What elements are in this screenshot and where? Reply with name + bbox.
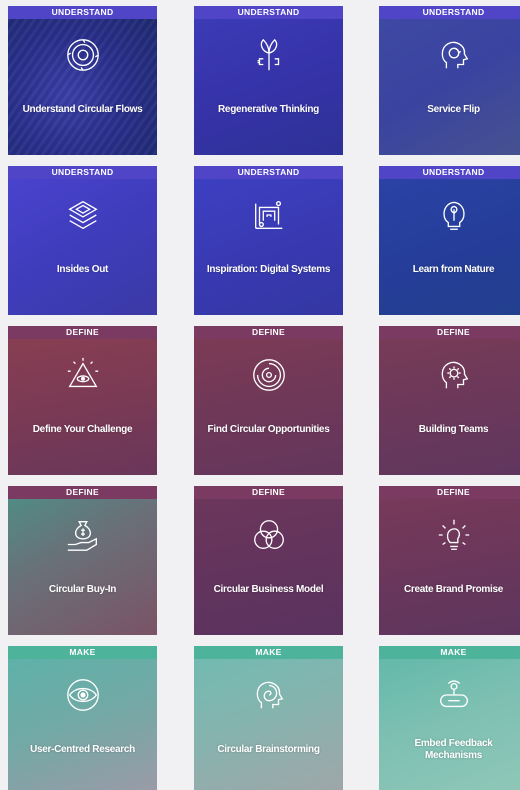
venn-icon (250, 516, 288, 554)
card-title: Understand Circular Flows (22, 104, 143, 115)
card-circular-business-model[interactable]: DEFINE Circular Business Model (194, 486, 343, 635)
phase-tag: DEFINE (379, 486, 520, 499)
card-title: Learn from Nature (412, 264, 495, 275)
card-title: Circular Business Model (213, 584, 324, 595)
card-title: Embed Feedback Mechanisms (414, 738, 493, 761)
maze-icon (250, 356, 288, 394)
feedback-device-icon (435, 676, 473, 714)
phase-tag: DEFINE (194, 326, 343, 339)
phase-tag: DEFINE (194, 486, 343, 499)
card-service-flip[interactable]: UNDERSTAND Service Flip (379, 6, 520, 155)
card-create-brand-promise[interactable]: DEFINE Create Brand Promise (379, 486, 520, 635)
card-title: Find Circular Opportunities (207, 424, 330, 435)
phase-tag: MAKE (194, 646, 343, 659)
pyramid-eye-icon (64, 356, 102, 394)
phase-tag: UNDERSTAND (194, 166, 343, 179)
card-title: Service Flip (427, 104, 480, 115)
circular-flow-icon (64, 36, 102, 74)
card-title: Circular Buy-In (48, 584, 117, 595)
brain-head-icon (250, 676, 288, 714)
phase-tag: UNDERSTAND (194, 6, 343, 19)
circuit-icon (250, 196, 288, 234)
card-understand-circular-flows[interactable]: UNDERSTAND Understand Circular Flows (8, 6, 157, 155)
card-learn-from-nature[interactable]: UNDERSTAND Learn from Nature (379, 166, 520, 315)
phase-tag: DEFINE (8, 326, 157, 339)
card-insides-out[interactable]: UNDERSTAND Insides Out (8, 166, 157, 315)
method-card-grid: UNDERSTAND Understand Circular Flows UND… (0, 0, 520, 790)
head-gear-icon (435, 356, 473, 394)
card-define-your-challenge[interactable]: DEFINE Define Your Challenge (8, 326, 157, 475)
head-cycle-icon (435, 36, 473, 74)
card-circular-buy-in[interactable]: DEFINE Circular Buy-In (8, 486, 157, 635)
card-inspiration-digital-systems[interactable]: UNDERSTAND Inspiration: Digital Systems (194, 166, 343, 315)
card-title: Create Brand Promise (403, 584, 504, 595)
card-embed-feedback-mechanisms[interactable]: MAKE Embed Feedback Mechanisms (379, 646, 520, 790)
card-regenerative-thinking[interactable]: UNDERSTAND Regenerative Thinking (194, 6, 343, 155)
phase-tag: MAKE (379, 646, 520, 659)
phase-tag: UNDERSTAND (379, 166, 520, 179)
card-title: User-Centred Research (30, 744, 135, 755)
phase-tag: UNDERSTAND (379, 6, 520, 19)
eye-icon (64, 676, 102, 714)
leaf-bulb-icon (435, 196, 473, 234)
phase-tag: UNDERSTAND (8, 6, 157, 19)
plant-plug-icon (250, 36, 288, 74)
card-title: Inspiration: Digital Systems (206, 264, 331, 275)
card-title: Define Your Challenge (32, 424, 133, 435)
card-circular-brainstorming[interactable]: MAKE Circular Brainstorming (194, 646, 343, 790)
card-building-teams[interactable]: DEFINE Building Teams (379, 326, 520, 475)
phase-tag: DEFINE (379, 326, 520, 339)
card-user-centred-research[interactable]: MAKE User-Centred Research (8, 646, 157, 790)
phase-tag: UNDERSTAND (8, 166, 157, 179)
layers-icon (64, 196, 102, 234)
phase-tag: DEFINE (8, 486, 157, 499)
card-find-circular-opportunities[interactable]: DEFINE Find Circular Opportunities (194, 326, 343, 475)
card-title: Regenerative Thinking (218, 104, 319, 115)
phase-tag: MAKE (8, 646, 157, 659)
bulb-spark-icon (435, 516, 473, 554)
card-title: Circular Brainstorming (217, 744, 320, 755)
card-title: Building Teams (418, 424, 489, 435)
money-hand-icon (64, 516, 102, 554)
card-title: Insides Out (56, 264, 109, 275)
